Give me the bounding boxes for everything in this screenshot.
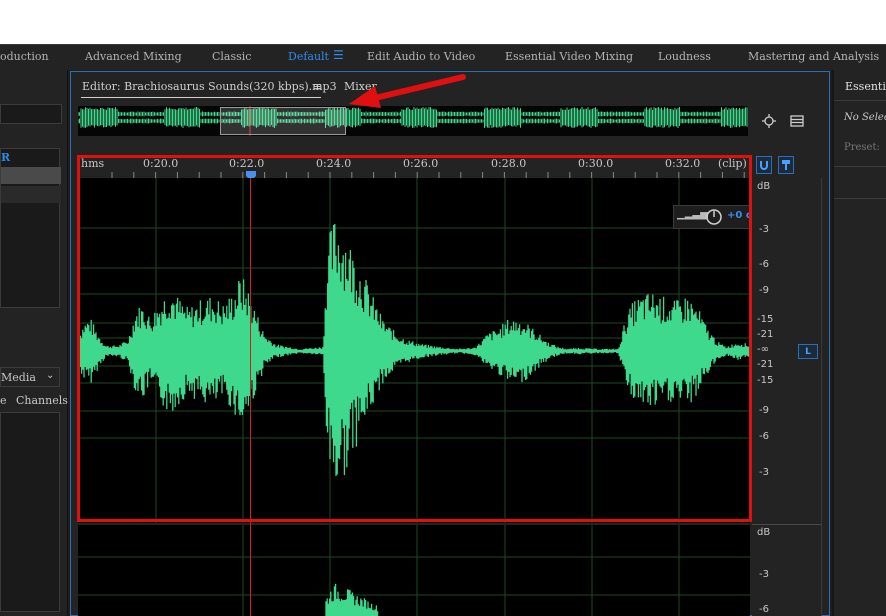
channel-divider	[752, 524, 822, 525]
overview-waveform[interactable]	[78, 106, 748, 136]
db-tick-label: -9	[759, 285, 769, 296]
chevron-down-icon: ⌄	[46, 370, 55, 381]
volume-knob-icon[interactable]	[705, 208, 723, 230]
db-tick-label: -3	[759, 569, 769, 580]
playhead-line	[250, 178, 251, 616]
db-unit-label: dB	[757, 181, 771, 192]
no-selection-text: No Select	[844, 112, 886, 123]
db-scale	[752, 178, 822, 616]
waveform-path	[325, 583, 379, 616]
ruler-tick-label: 0:30.0	[578, 157, 614, 170]
db-tick-label: -21	[757, 329, 774, 340]
db-tick-label: -6	[759, 431, 769, 442]
divider	[834, 100, 886, 101]
db-tick-label: -21	[757, 359, 774, 370]
overview-waveform-path	[78, 107, 748, 128]
ruler-tick-label: 0:28.0	[491, 157, 527, 170]
workspace-bar: oduction Advanced Mixing Classic Default…	[0, 44, 886, 70]
left-search-field[interactable]	[0, 104, 62, 124]
workspace-menu-icon[interactable]: ☰	[333, 48, 344, 62]
divider	[834, 198, 886, 199]
level-bars-icon: ▁▂▃▅	[677, 209, 708, 220]
waveform-channel-right[interactable]	[78, 525, 750, 616]
ruler-tick-label: 0:26.0	[403, 157, 439, 170]
left-list: R	[0, 148, 61, 308]
waveform-channel-left[interactable]	[78, 178, 750, 523]
db-tick-label: -3	[759, 467, 769, 478]
workspace-loudness[interactable]: Loudness	[658, 50, 711, 63]
db-tick-label: -15	[757, 314, 774, 325]
preset-label: Preset:	[844, 142, 880, 153]
workspace-production[interactable]: oduction	[0, 50, 49, 63]
media-list	[0, 412, 60, 612]
workspace-essential-video-mixing[interactable]: Essential Video Mixing	[505, 50, 633, 63]
volume-hud[interactable]: ▁▂▃▅ +0 dB	[673, 205, 761, 230]
marker-pin-icon[interactable]	[778, 156, 794, 174]
media-dropdown[interactable]: Media ⌄	[0, 367, 60, 387]
ruler-tick-label: 0:20.0	[143, 157, 179, 170]
snap-magnet-icon[interactable]	[756, 156, 772, 174]
db-tick-label: -∞	[757, 344, 769, 355]
column-header-e: e	[0, 394, 7, 407]
essential-panel-title[interactable]: Essential	[845, 80, 886, 93]
left-list-header: R	[1, 151, 11, 164]
ruler-unit-label: hms	[81, 157, 105, 170]
media-dropdown-label: Media	[1, 371, 36, 384]
workspace-advanced-mixing[interactable]: Advanced Mixing	[85, 50, 182, 63]
workspace-default[interactable]: Default	[288, 50, 329, 63]
db-tick-label: -15	[757, 375, 774, 386]
editor-tab-underline	[81, 97, 321, 98]
db-tick-label: -6	[759, 259, 769, 270]
column-header-channels[interactable]: Channels	[16, 394, 68, 407]
annotation-arrow	[345, 70, 470, 110]
zoom-navigator-icon[interactable]	[760, 112, 778, 130]
db-tick-label: -3	[759, 224, 769, 235]
left-list-row[interactable]	[1, 186, 61, 203]
divider	[834, 166, 886, 167]
ruler-tick-label: 0:32.0	[665, 157, 701, 170]
workspace-edit-audio-to-video[interactable]: Edit Audio to Video	[367, 50, 475, 63]
db-unit-label: dB	[757, 527, 771, 538]
playhead-handle[interactable]	[246, 166, 256, 181]
overview-view-range[interactable]	[220, 107, 346, 135]
essential-sound-panel: Essential No Select Preset:	[832, 70, 886, 616]
workspace-classic[interactable]: Classic	[212, 50, 251, 63]
db-scale-border	[821, 178, 822, 616]
db-tick-label: -6	[759, 604, 769, 615]
left-list-selected-row[interactable]	[1, 167, 61, 184]
workspace-mastering-and-analysis[interactable]: Mastering and Analysis	[748, 50, 879, 63]
panel-menu-icon[interactable]	[788, 112, 806, 130]
ruler-tick-label: 0:24.0	[316, 157, 352, 170]
left-panel: R Media ⌄ e Channels	[0, 70, 68, 616]
editor-tab-title[interactable]: Editor: Brachiosaurus Sounds(320 kbps).m…	[82, 80, 337, 93]
db-tick-label: -9	[759, 405, 769, 416]
channel-l-button[interactable]: L	[798, 344, 818, 359]
editor-tab-menu-icon[interactable]: ≡	[313, 80, 322, 93]
ruler-clip-label: (clip)	[718, 157, 747, 170]
